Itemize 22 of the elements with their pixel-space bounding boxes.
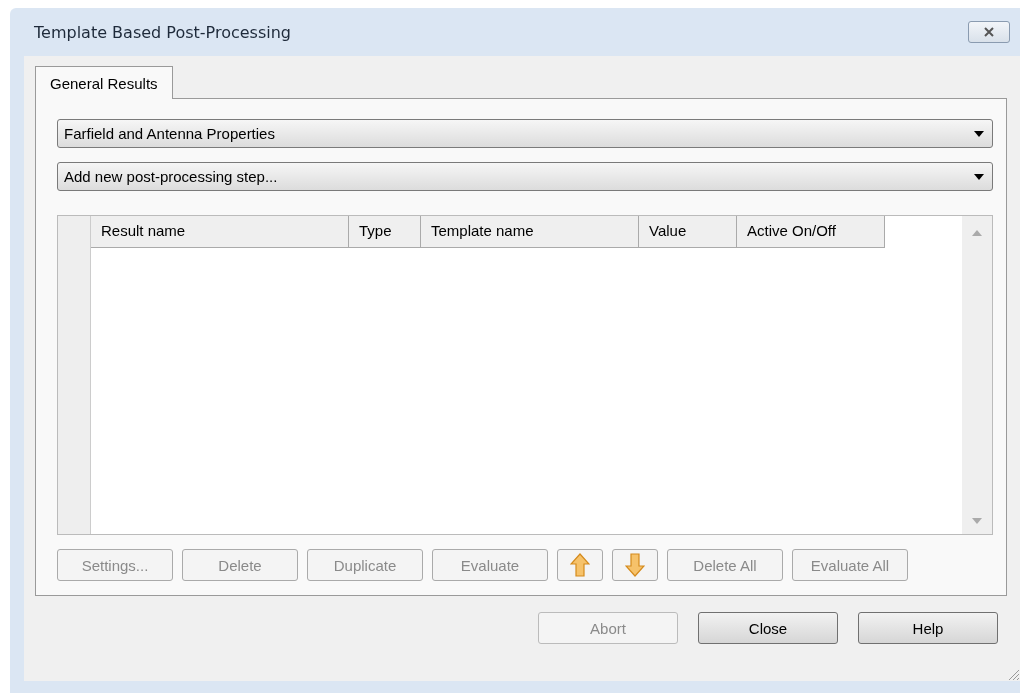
up-arrow-icon bbox=[570, 553, 590, 577]
dropdown[interactable]: Farfield and Antenna Properties bbox=[57, 119, 993, 148]
resize-grip-icon[interactable] bbox=[1006, 667, 1020, 681]
down-arrow-icon bbox=[625, 553, 645, 577]
window-title: Template Based Post-Processing bbox=[34, 22, 291, 42]
move-up-button[interactable] bbox=[557, 549, 603, 581]
column-header[interactable]: Value bbox=[639, 216, 737, 248]
scrollbar[interactable] bbox=[962, 216, 992, 534]
scroll-down-icon[interactable] bbox=[972, 518, 982, 524]
dialog-button[interactable]: Help bbox=[858, 612, 998, 644]
move-down-button[interactable] bbox=[612, 549, 658, 581]
caret-icon bbox=[974, 173, 984, 180]
close-icon[interactable] bbox=[968, 21, 1010, 43]
column-header[interactable]: Type bbox=[349, 216, 421, 248]
column-header[interactable]: Active On/Off bbox=[737, 216, 885, 248]
caret-icon bbox=[974, 130, 984, 137]
dropdown[interactable]: Add new post-processing step... bbox=[57, 162, 993, 191]
column-header[interactable]: Template name bbox=[421, 216, 639, 248]
scroll-up-icon[interactable] bbox=[972, 230, 982, 236]
column-header[interactable]: Result name bbox=[91, 216, 349, 248]
dialog-button[interactable]: Close bbox=[698, 612, 838, 644]
tab[interactable]: General Results bbox=[35, 66, 173, 99]
